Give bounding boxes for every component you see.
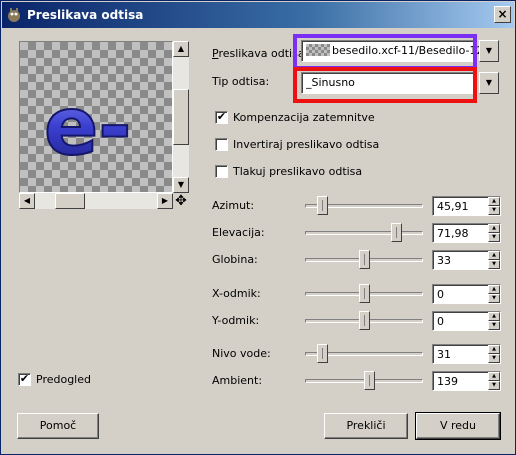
checkbox-1[interactable]: [215, 138, 228, 151]
spin-down-button[interactable]: ▼: [488, 321, 500, 330]
slider-thumb[interactable]: [359, 311, 370, 330]
spin-value: 0: [437, 288, 444, 301]
spin-field[interactable]: 71,98 ▲ ▼: [432, 223, 501, 243]
slider-label: Globina:: [212, 253, 258, 266]
spin-up-button[interactable]: ▲: [488, 312, 500, 321]
spin-value: 31: [437, 348, 451, 361]
vertical-scroll-thumb[interactable]: [173, 89, 189, 145]
preview-vertical-scrollbar[interactable]: ▲ ▼: [173, 41, 189, 193]
spin-value: 0: [437, 315, 444, 328]
checkbox-label: Invertiraj preslikavo odtisa: [233, 138, 380, 151]
spin-down-button[interactable]: ▼: [488, 381, 500, 390]
slider-thumb[interactable]: [317, 196, 328, 215]
spin-value: 71,98: [437, 227, 469, 240]
spin-value: 33: [437, 254, 451, 267]
spin-field[interactable]: 0 ▲ ▼: [432, 284, 501, 304]
title-bar[interactable]: Preslikava odtisa ×: [2, 2, 514, 28]
slider-label: Y-odmik:: [212, 314, 260, 327]
bump-map-label: Preslikava odtisa: [212, 47, 305, 60]
preview-canvas[interactable]: e-: [19, 41, 173, 193]
bump-map-dialog: Preslikava odtisa × e- ▲ ▼ ◀ ▶ ✥ Preslik…: [0, 0, 516, 455]
help-button[interactable]: Pomoč: [17, 413, 99, 439]
slider-label: Azimut:: [212, 199, 255, 212]
slider-thumb[interactable]: [364, 371, 375, 390]
horizontal-scroll-thumb[interactable]: [55, 193, 85, 209]
slider-label: Ambient:: [212, 374, 263, 387]
chevron-down-icon: ▼: [485, 46, 493, 55]
slider-label: Nivo vode:: [212, 347, 271, 360]
checkbox-label: Kompenzacija zatemnitve: [233, 111, 375, 124]
slider-track[interactable]: [305, 231, 423, 235]
spin-up-button[interactable]: ▲: [488, 372, 500, 381]
slider-label: Elevacija:: [212, 226, 265, 239]
scroll-down-button[interactable]: ▼: [173, 177, 189, 193]
spin-down-button[interactable]: ▼: [488, 294, 500, 303]
spin-up-button[interactable]: ▲: [488, 197, 500, 206]
ok-button[interactable]: V redu: [415, 412, 501, 440]
preview-image: e-: [43, 79, 132, 174]
slider-thumb[interactable]: [359, 250, 370, 269]
spin-up-button[interactable]: ▲: [488, 251, 500, 260]
spin-down-button[interactable]: ▼: [488, 233, 500, 242]
spin-down-button[interactable]: ▼: [488, 206, 500, 215]
map-type-dropdown-button[interactable]: ▼: [479, 72, 499, 94]
spin-field[interactable]: 0 ▲ ▼: [432, 311, 501, 331]
annotation-highlight-purple: [293, 34, 477, 70]
spin-field[interactable]: 45,91 ▲ ▼: [432, 196, 501, 216]
spin-down-button[interactable]: ▼: [488, 260, 500, 269]
preview-horizontal-scrollbar[interactable]: ◀ ▶: [19, 193, 173, 209]
spin-value: 139: [437, 375, 458, 388]
check-icon: ✔: [216, 110, 227, 123]
window-title: Preslikava odtisa: [27, 8, 144, 22]
spin-up-button[interactable]: ▲: [488, 224, 500, 233]
spin-field[interactable]: 33 ▲ ▼: [432, 250, 501, 270]
checkbox-2[interactable]: [215, 165, 228, 178]
spin-down-button[interactable]: ▼: [488, 354, 500, 363]
navigate-move-icon[interactable]: ✥: [173, 194, 189, 210]
scroll-left-button[interactable]: ◀: [19, 193, 35, 209]
preview-checkbox-label: Predogled: [36, 373, 91, 386]
gimp-icon: [8, 8, 20, 22]
scroll-right-button[interactable]: ▶: [157, 193, 173, 209]
spin-value: 45,91: [437, 200, 469, 213]
slider-thumb[interactable]: [391, 223, 402, 242]
annotation-highlight-red: [293, 67, 477, 103]
preview-text: e-: [44, 80, 131, 173]
spin-field[interactable]: 139 ▲ ▼: [432, 371, 501, 391]
spin-up-button[interactable]: ▲: [488, 345, 500, 354]
checkbox-label: Tlakuj preslikavo odtisa: [233, 165, 363, 178]
check-icon: ✔: [19, 372, 30, 385]
preview-checkbox[interactable]: ✔: [18, 373, 31, 386]
slider-thumb[interactable]: [317, 344, 328, 363]
cancel-button[interactable]: Prekliči: [324, 413, 408, 439]
scroll-up-button[interactable]: ▲: [173, 41, 189, 57]
slider-label: X-odmik:: [212, 287, 261, 300]
close-icon: ×: [497, 7, 508, 21]
chevron-down-icon: ▼: [485, 78, 493, 87]
spin-field[interactable]: 31 ▲ ▼: [432, 344, 501, 364]
map-type-label: Tip odtisa:: [212, 75, 270, 88]
slider-thumb[interactable]: [359, 284, 370, 303]
close-button[interactable]: ×: [494, 6, 511, 23]
bump-map-dropdown-button[interactable]: ▼: [479, 40, 499, 62]
checkbox-0[interactable]: ✔: [215, 111, 228, 124]
spin-up-button[interactable]: ▲: [488, 285, 500, 294]
